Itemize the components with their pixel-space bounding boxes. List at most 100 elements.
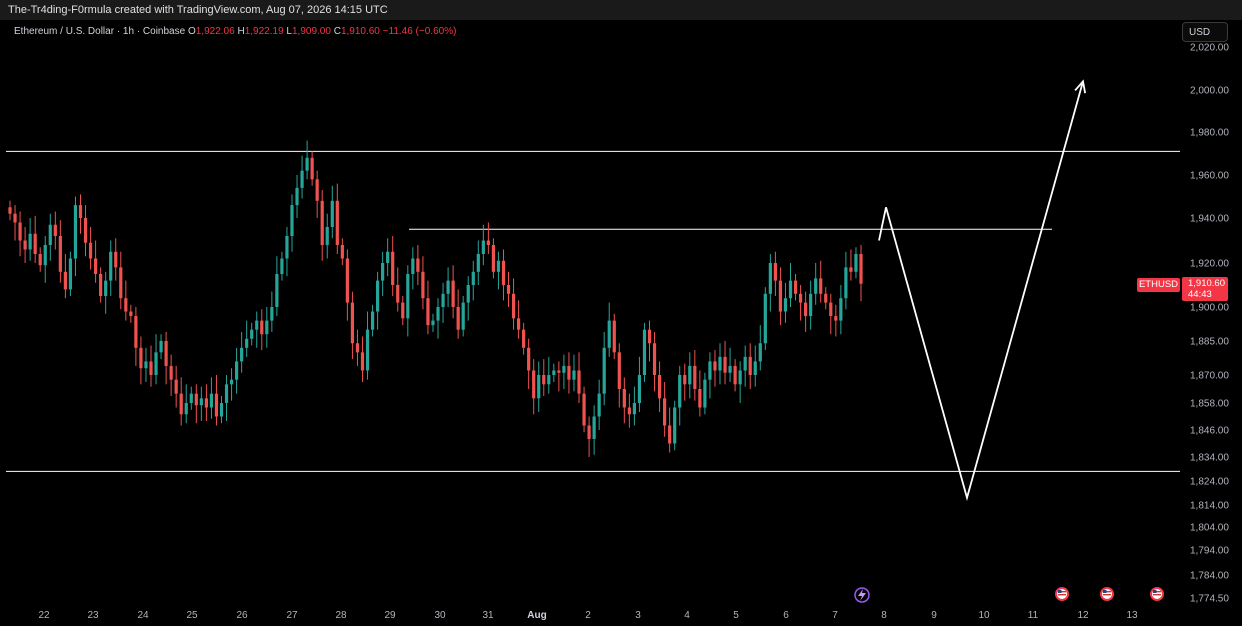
candle-body <box>63 271 67 290</box>
y-tick-label: 1,858.00 <box>1190 399 1229 410</box>
candle-body <box>602 347 606 394</box>
candle-body <box>245 338 249 348</box>
candle-body <box>129 311 133 317</box>
candle-body <box>260 320 264 335</box>
us-flag-event-icon[interactable] <box>1055 587 1069 601</box>
candle-body <box>310 157 314 180</box>
candle-body <box>219 403 224 417</box>
candle-body <box>28 233 32 250</box>
lightning-event-icon[interactable] <box>854 587 870 603</box>
y-tick-label: 1,940.00 <box>1190 214 1229 225</box>
candle-body <box>285 236 289 259</box>
candle-body <box>370 311 375 330</box>
candle-body <box>401 302 405 319</box>
y-tick-label: 1,784.00 <box>1190 571 1229 582</box>
candle-body <box>511 293 516 319</box>
last-price-symbol-tag: ETHUSD <box>1137 278 1180 292</box>
candle-body <box>758 343 762 362</box>
x-tick-label: 10 <box>978 610 990 621</box>
candle-body <box>94 258 98 274</box>
candle-body <box>466 285 470 303</box>
candle-body <box>627 407 631 415</box>
candle-body <box>562 365 566 373</box>
x-tick-label: 28 <box>335 610 347 621</box>
candle-body <box>350 302 355 344</box>
candle-body <box>184 403 188 415</box>
x-tick-label: 4 <box>684 610 690 621</box>
y-tick-label: 1,834.00 <box>1190 453 1229 464</box>
us-flag-event-icon[interactable] <box>1150 587 1164 601</box>
candle-body <box>174 379 178 394</box>
candle-body <box>854 254 858 272</box>
candle-body <box>522 329 526 348</box>
y-tick-label: 1,920.00 <box>1190 259 1229 270</box>
y-tick-label: 1,980.00 <box>1190 128 1229 139</box>
flag-stripe <box>1103 594 1111 596</box>
candle-body <box>607 320 611 348</box>
candle-body <box>149 361 153 375</box>
candle-body <box>783 298 788 312</box>
candle-body <box>844 267 848 299</box>
candle-body <box>819 278 823 294</box>
candle-body <box>355 343 360 353</box>
candle-body <box>104 280 108 296</box>
y-tick-label: 1,804.00 <box>1190 523 1229 534</box>
candle-body <box>325 227 329 245</box>
candle-body <box>542 375 546 385</box>
projection-path[interactable] <box>878 81 1084 502</box>
candle-body <box>753 361 757 375</box>
chart-frame: 2,020.00 2,000.00 1,980.00 1,960.00 1,940.00… <box>6 20 1236 626</box>
candle-body <box>481 240 485 254</box>
currency-button[interactable]: USD <box>1182 22 1228 42</box>
candle-body <box>703 379 707 408</box>
candle-body <box>189 393 193 403</box>
y-tick-label: 1,774.50 <box>1190 594 1229 605</box>
candle-body <box>139 347 143 369</box>
candle-body <box>693 365 697 389</box>
symbol-name[interactable]: Ethereum / U.S. Dollar · 1h · Coinbase <box>14 26 185 37</box>
x-tick-label: 26 <box>236 610 248 621</box>
candle-body <box>743 356 747 371</box>
candle-body <box>839 298 843 321</box>
candle-body <box>698 389 702 408</box>
open-key: O <box>187 26 196 37</box>
price-chart[interactable]: 2,020.00 2,000.00 1,980.00 1,960.00 1,940.00… <box>6 20 1236 626</box>
candle-body <box>527 347 531 371</box>
candle-body <box>859 254 863 284</box>
y-tick-label: 1,960.00 <box>1190 171 1229 182</box>
candle-body <box>154 352 158 375</box>
candle-body <box>713 361 717 371</box>
candle-body <box>300 170 304 188</box>
candle-body <box>159 341 163 353</box>
x-tick-label: 29 <box>384 610 396 621</box>
flag-canton <box>1153 590 1157 593</box>
candle-body <box>476 254 480 272</box>
candle-body <box>451 280 455 307</box>
x-tick-label: 5 <box>733 610 739 621</box>
us-flag-event-icon[interactable] <box>1100 587 1114 601</box>
candle-body <box>134 316 138 348</box>
candle-body <box>58 236 62 272</box>
candle-body <box>501 260 506 285</box>
candle-body <box>683 375 687 385</box>
y-tick-label: 1,814.00 <box>1190 501 1229 512</box>
candle-body <box>18 222 22 241</box>
candle-body <box>809 293 813 317</box>
candle-body <box>456 307 460 330</box>
candle-body <box>642 329 647 375</box>
x-tick-label: 3 <box>635 610 641 621</box>
x-tick-label: 24 <box>137 610 149 621</box>
candle-body <box>8 207 12 214</box>
close-value: 1,910.60 <box>340 26 380 37</box>
candle-body <box>506 285 511 294</box>
x-tick-label: 7 <box>832 610 838 621</box>
candle-body <box>144 361 148 369</box>
candle-body <box>663 398 667 426</box>
x-tick-label: 2 <box>585 610 591 621</box>
candle-body <box>577 370 581 394</box>
candle-body <box>209 393 214 408</box>
flag-stripe <box>1153 594 1161 596</box>
high-key: H <box>237 26 245 37</box>
candle-body <box>340 245 344 259</box>
candle-body <box>315 179 319 201</box>
